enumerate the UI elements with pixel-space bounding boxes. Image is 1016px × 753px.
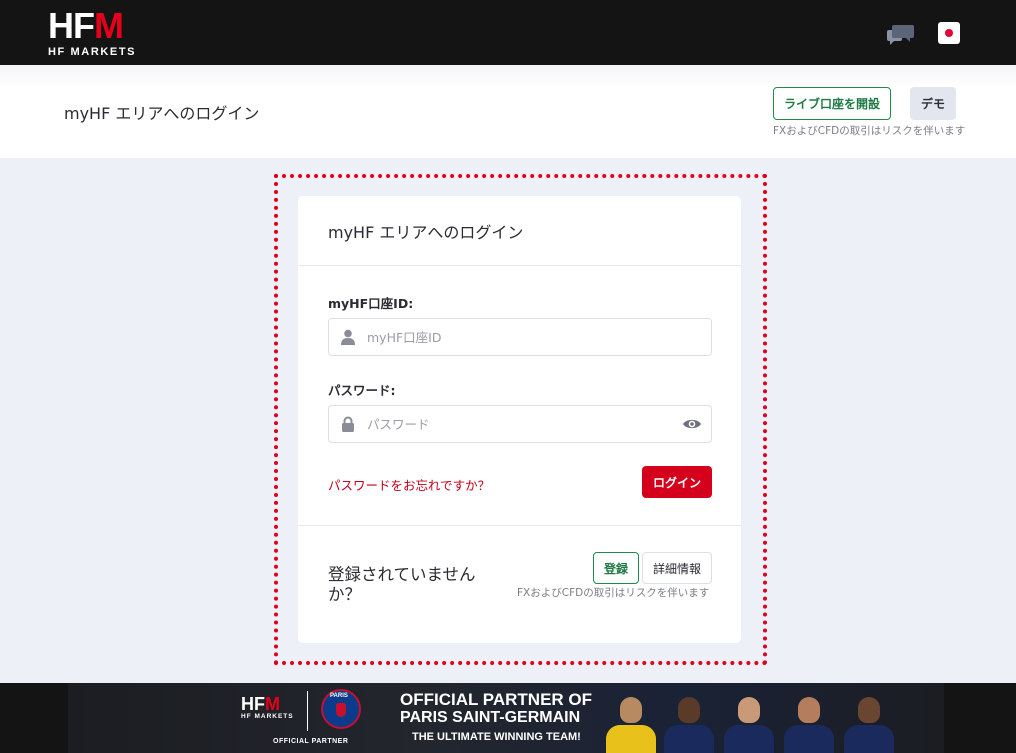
card-risk-notice: FXおよびCFDの取引はリスクを伴います	[517, 587, 710, 599]
banner-logo-mark: HFM	[241, 695, 294, 713]
player-figure	[784, 697, 834, 753]
partner-banner[interactable]: HFM HF MARKETS OFFICIAL PARTNER PARIS OF…	[0, 683, 1016, 753]
open-live-account-button[interactable]: ライブ口座を開設	[773, 87, 891, 120]
banner-logo-letter-m: M	[265, 694, 280, 714]
page-title: myHF エリアへのログイン	[64, 104, 260, 123]
player-figure	[844, 697, 894, 753]
password-field-wrapper	[328, 405, 712, 443]
banner-separator	[307, 691, 308, 731]
login-button[interactable]: ログイン	[642, 466, 712, 498]
password-label: パスワード:	[328, 383, 396, 398]
logo-mark: HFM	[48, 8, 158, 44]
psg-crest-label: PARIS	[330, 693, 348, 699]
logo-letter-m: M	[94, 5, 124, 46]
password-input[interactable]	[367, 406, 667, 442]
header-risk-notice: FXおよびCFDの取引はリスクを伴います	[773, 125, 966, 137]
banner-logo-subtitle: HF MARKETS	[241, 713, 294, 720]
player-figure	[724, 697, 774, 753]
official-partner-label: OFFICIAL PARTNER	[273, 738, 349, 745]
banner-headline-2: PARIS SAINT-GERMAIN	[400, 709, 581, 726]
login-card: myHF エリアへのログイン myHF口座ID: パスワード:	[298, 196, 741, 643]
details-button[interactable]: 詳細情報	[642, 552, 712, 584]
user-icon	[340, 329, 356, 345]
register-button[interactable]: 登録	[593, 552, 639, 584]
account-id-label: myHF口座ID:	[328, 296, 414, 311]
banner-logo-letters: HF	[241, 694, 265, 714]
account-id-field-wrapper	[328, 318, 712, 356]
player-figure	[664, 697, 714, 753]
demo-button[interactable]: デモ	[910, 87, 956, 120]
banner-tagline: THE ULTIMATE WINNING TEAM!	[412, 731, 581, 743]
forgot-password-link[interactable]: パスワードをお忘れですか？	[328, 475, 490, 494]
player-figure	[606, 697, 656, 753]
chat-icon[interactable]	[886, 22, 916, 46]
hfm-logo[interactable]: HFM HF MARKETS	[48, 8, 158, 60]
banner-inner: HFM HF MARKETS OFFICIAL PARTNER PARIS OF…	[68, 683, 944, 753]
eye-icon[interactable]	[682, 416, 702, 432]
top-navigation-bar: HFM HF MARKETS	[0, 0, 1016, 65]
login-card-title: myHF エリアへのログイン	[328, 223, 524, 242]
not-registered-text: 登録されていませんか？	[328, 565, 476, 604]
card-divider-bottom	[298, 525, 741, 526]
players-image	[606, 687, 944, 753]
card-divider	[298, 265, 741, 266]
page-header: myHF エリアへのログイン ライブ口座を開設 デモ FXおよびCFDの取引はリ…	[0, 65, 1016, 158]
logo-letters: HF	[48, 5, 95, 46]
lock-icon	[340, 416, 356, 432]
banner-hfm-logo: HFM HF MARKETS	[241, 695, 294, 720]
banner-headline-1: OFFICIAL PARTNER OF	[400, 690, 593, 709]
japan-flag-icon[interactable]	[938, 22, 960, 44]
logo-subtitle: HF MARKETS	[48, 46, 137, 58]
account-id-input[interactable]	[367, 319, 667, 355]
